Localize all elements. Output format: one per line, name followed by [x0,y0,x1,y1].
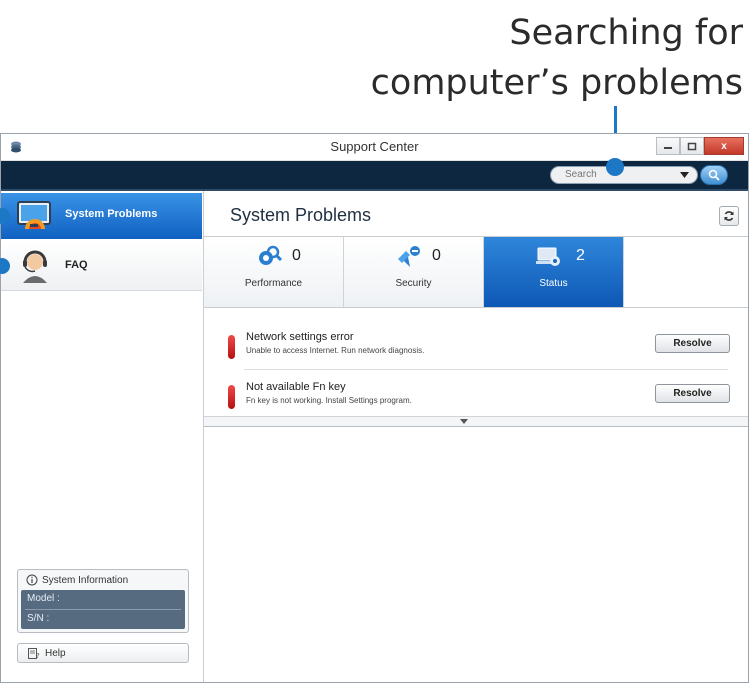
toolbar [1,158,748,191]
search-box[interactable] [550,166,698,184]
tab-count: 2 [576,247,585,264]
sidebar-item-label: System Problems [65,208,158,220]
problem-item: Network settings error Unable to access … [228,331,730,367]
system-information-header[interactable]: System Information [26,574,128,586]
sidebar-item-label: FAQ [65,259,88,271]
monitor-warning-icon [17,201,51,229]
system-information-title: System Information [42,574,129,586]
close-button[interactable]: x [704,137,744,155]
page-title: System Problems [230,205,372,225]
problem-title: Network settings error [246,331,354,343]
problem-title: Not available Fn key [246,381,346,393]
problem-item: Not available Fn key Fn key is not worki… [228,381,730,417]
minimize-button[interactable] [656,137,680,155]
minimize-icon [664,147,672,149]
search-button[interactable] [700,165,728,185]
maximize-icon [687,142,697,150]
tab-status[interactable]: 2 Status [484,237,624,307]
tab-performance[interactable]: 0 Performance [204,237,344,307]
expand-list-bar[interactable] [204,416,748,427]
divider [204,307,748,308]
close-icon: x [721,140,727,152]
callout-pointer-dot [606,158,624,176]
serial-number-label: S/N : [27,613,50,624]
tab-count: 0 [432,247,441,264]
system-information-panel: System Information Model : S/N : [17,569,189,633]
maximize-button[interactable] [680,137,704,155]
divider [25,609,181,610]
sidebar: System Problems FAQ System Information M… [0,191,204,682]
gear-magnifier-icon [259,245,282,265]
callout-line-2: computer’s problems [370,63,743,103]
laptop-gear-icon [536,247,560,266]
sidebar-item-faq[interactable]: FAQ [1,242,202,291]
tab-label: Performance [244,278,303,289]
shield-minus-icon [398,246,420,267]
search-icon [708,169,720,181]
headset-agent-icon [23,250,47,283]
resolve-button[interactable]: Resolve [655,334,730,353]
info-icon [26,574,38,586]
chevron-down-icon [460,419,468,424]
window-controls: x [656,137,744,155]
model-label: Model : [27,593,60,604]
callout-line-1: Searching for [509,13,743,53]
tab-security[interactable]: 0 Security [344,237,484,307]
title-bar: Support Center x [1,134,748,161]
chevron-down-icon[interactable] [680,172,689,178]
problem-description: Fn key is not working. Install Settings … [246,396,412,405]
tab-count: 0 [292,247,301,264]
refresh-icon [724,211,734,221]
help-button[interactable]: ? Help [17,643,189,663]
tab-label: Status [539,278,568,289]
refresh-button[interactable] [719,206,739,226]
help-icon: ? [28,647,40,659]
support-center-window: Support Center x Search System Problems … [0,133,749,683]
system-information-values: Model : S/N : [21,590,185,629]
help-label: Help [45,647,66,659]
sidebar-item-system-problems[interactable]: System Problems [1,193,202,239]
problem-category-tabs: 0 Performance 0 Security 2 Status [204,237,624,307]
resolve-button[interactable]: Resolve [655,384,730,403]
main-content: System Problems 0 Performance 0 Security… [204,191,748,682]
svg-text:?: ? [36,652,40,659]
tab-label: Security [395,278,432,289]
error-status-indicator [228,335,235,359]
divider [244,369,728,370]
problem-description: Unable to access Internet. Run network d… [246,346,425,355]
error-status-indicator [228,385,235,409]
callout-annotation: Searching for computer’s problems [371,8,743,108]
window-title: Support Center [330,139,419,154]
